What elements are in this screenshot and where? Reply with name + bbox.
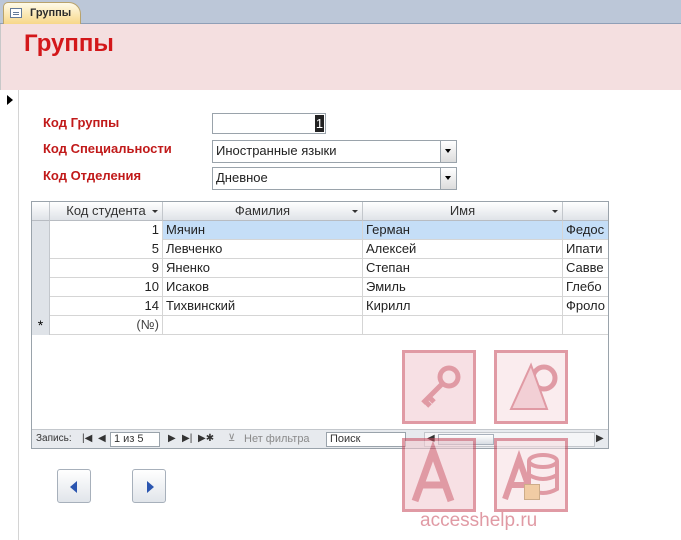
table-row[interactable]: 9 Яненко Степан Савве bbox=[32, 259, 608, 278]
cell-last-name[interactable]: Исаков bbox=[163, 278, 363, 297]
previous-record-icon[interactable]: ◀ bbox=[98, 432, 106, 446]
column-header-student-id[interactable]: Код студента bbox=[50, 202, 163, 221]
row-selector[interactable] bbox=[32, 259, 50, 278]
form-title: Группы bbox=[24, 30, 114, 57]
column-header-patronymic[interactable] bbox=[563, 202, 608, 221]
access-logo-icon bbox=[494, 350, 568, 424]
next-record-icon[interactable]: ▶ bbox=[168, 432, 176, 446]
previous-record-button[interactable] bbox=[57, 469, 91, 503]
table-row[interactable]: 5 Левченко Алексей Ипати bbox=[32, 240, 608, 259]
row-selector[interactable] bbox=[32, 221, 50, 240]
cell-student-id[interactable]: 14 bbox=[50, 297, 163, 316]
cell-patronymic[interactable]: Ипати bbox=[563, 240, 608, 259]
table-row[interactable]: 14 Тихвинский Кирилл Фроло bbox=[32, 297, 608, 316]
cell-id-placeholder[interactable]: (№) bbox=[50, 316, 163, 335]
arrow-right-icon bbox=[147, 481, 154, 493]
cell-last-name[interactable]: Яненко bbox=[163, 259, 363, 278]
key-logo-icon bbox=[402, 350, 476, 424]
department-code-label: Код Отделения bbox=[43, 168, 142, 183]
new-record-marker[interactable]: * bbox=[32, 316, 50, 335]
cell-student-id[interactable]: 5 bbox=[50, 240, 163, 259]
scroll-right-icon[interactable]: ▶ bbox=[596, 432, 604, 446]
table-row[interactable]: 10 Исаков Эмиль Глебо bbox=[32, 278, 608, 297]
watermark-text: accesshelp.ru bbox=[420, 510, 538, 531]
exit-door-icon[interactable] bbox=[524, 484, 540, 500]
no-filter-label[interactable]: Нет фильтра bbox=[244, 432, 310, 446]
cell-first-name[interactable] bbox=[363, 316, 563, 335]
specialty-code-combo[interactable]: Иностранные языки bbox=[212, 140, 457, 163]
form-icon bbox=[10, 8, 22, 18]
record-label: Запись: bbox=[36, 433, 72, 444]
cell-patronymic[interactable]: Савве bbox=[563, 259, 608, 278]
accesshelp-watermark: accesshelp.ru bbox=[400, 346, 578, 536]
cell-student-id[interactable]: 1 bbox=[50, 221, 163, 240]
department-code-value: Дневное bbox=[216, 170, 268, 185]
cell-first-name[interactable]: Кирилл bbox=[363, 297, 563, 316]
database-logo-icon bbox=[494, 438, 568, 512]
document-tab-bar bbox=[0, 0, 681, 24]
record-selector[interactable] bbox=[0, 90, 19, 540]
last-record-icon[interactable]: ▶| bbox=[182, 432, 192, 446]
record-position-field[interactable]: 1 из 5 bbox=[110, 432, 160, 447]
select-all-corner[interactable] bbox=[32, 202, 50, 221]
filter-icon[interactable]: ⊻ bbox=[228, 432, 235, 446]
cell-first-name[interactable]: Алексей bbox=[363, 240, 563, 259]
cell-last-name[interactable]: Левченко bbox=[163, 240, 363, 259]
group-code-value: 1 bbox=[315, 115, 324, 132]
sort-dropdown-icon[interactable] bbox=[552, 210, 558, 213]
specialty-code-label: Код Специальности bbox=[43, 141, 172, 156]
column-title: Код студента bbox=[66, 203, 146, 218]
cell-first-name[interactable]: Степан bbox=[363, 259, 563, 278]
current-record-arrow-icon bbox=[7, 95, 13, 105]
cell-patronymic[interactable]: Глебо bbox=[563, 278, 608, 297]
cell-first-name[interactable]: Эмиль bbox=[363, 278, 563, 297]
cell-last-name[interactable]: Мячин bbox=[163, 221, 363, 240]
department-code-combo[interactable]: Дневное bbox=[212, 167, 457, 190]
tab-label: Группы bbox=[30, 7, 72, 19]
new-record-icon[interactable]: ▶✱ bbox=[198, 432, 214, 446]
cell-last-name[interactable]: Тихвинский bbox=[163, 297, 363, 316]
chevron-down-icon[interactable] bbox=[440, 168, 456, 189]
search-field[interactable]: Поиск bbox=[326, 432, 406, 447]
sort-dropdown-icon[interactable] bbox=[352, 210, 358, 213]
group-code-field[interactable]: 1 bbox=[212, 113, 326, 134]
row-selector[interactable] bbox=[32, 240, 50, 259]
row-selector[interactable] bbox=[32, 297, 50, 316]
cell-patronymic[interactable]: Фроло bbox=[563, 297, 608, 316]
sort-dropdown-icon[interactable] bbox=[152, 210, 158, 213]
cell-student-id[interactable]: 9 bbox=[50, 259, 163, 278]
cell-first-name[interactable]: Герман bbox=[363, 221, 563, 240]
cell-last-name[interactable] bbox=[163, 316, 363, 335]
first-record-icon[interactable]: |◀ bbox=[82, 432, 92, 446]
cell-student-id[interactable]: 10 bbox=[50, 278, 163, 297]
new-record-row[interactable]: * (№) bbox=[32, 316, 608, 335]
next-record-button[interactable] bbox=[132, 469, 166, 503]
row-selector[interactable] bbox=[32, 278, 50, 297]
column-header-first-name[interactable]: Имя bbox=[363, 202, 563, 221]
chevron-down-icon[interactable] bbox=[440, 141, 456, 162]
specialty-code-value: Иностранные языки bbox=[216, 143, 337, 158]
column-title: Фамилия bbox=[234, 203, 291, 218]
column-header-last-name[interactable]: Фамилия bbox=[163, 202, 363, 221]
group-code-label: Код Группы bbox=[43, 115, 120, 130]
arrow-left-icon bbox=[70, 481, 77, 493]
cell-patronymic[interactable] bbox=[563, 316, 608, 335]
column-title: Имя bbox=[449, 203, 476, 218]
access-letter-logo-icon bbox=[402, 438, 476, 512]
cell-patronymic[interactable]: Федос bbox=[563, 221, 608, 240]
document-tab-groups[interactable]: Группы bbox=[3, 2, 81, 24]
table-row[interactable]: 1 Мячин Герман Федос bbox=[32, 221, 608, 240]
